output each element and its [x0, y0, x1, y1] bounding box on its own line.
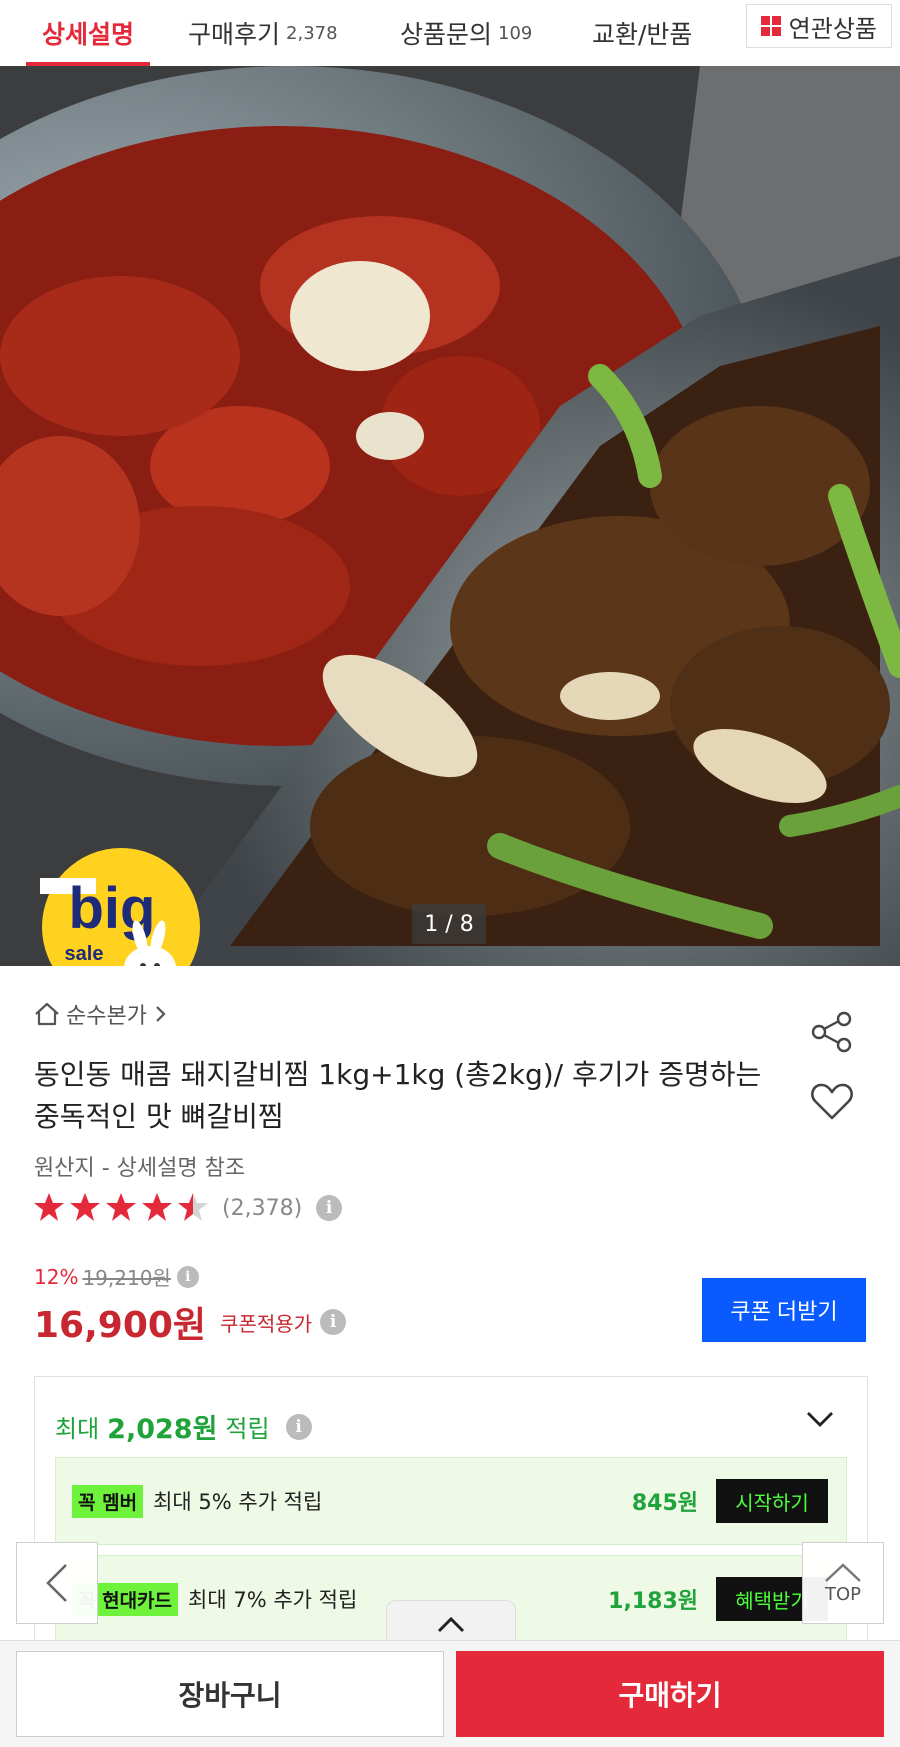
info-icon[interactable]: i — [320, 1309, 347, 1335]
benefit-tag: 꼭 멤버 — [72, 1484, 144, 1518]
points-summary[interactable]: 최대 2,028원 적립 i — [55, 1407, 312, 1446]
points-label: 최대 — [55, 1415, 100, 1443]
chevron-left-icon — [46, 1564, 67, 1602]
cart-button[interactable]: 장바구니 — [16, 1651, 444, 1737]
original-price: 19,210원 — [82, 1266, 171, 1290]
image-pager: 1 / 8 — [412, 904, 486, 944]
review-count: (2,378) — [222, 1195, 303, 1221]
tab-count: 2,378 — [286, 22, 338, 44]
product-title: 동인동 매콤 돼지갈비찜 1kg+1kg (총2kg)/ 후기가 증명하는 중독… — [34, 1058, 762, 1133]
star-icon — [142, 1193, 172, 1221]
wishlist-button[interactable] — [810, 1082, 854, 1126]
points-amount: 2,028원 — [107, 1414, 218, 1445]
badge-sub: sale — [65, 943, 104, 965]
buy-button[interactable]: 구매하기 — [456, 1651, 884, 1737]
seller-link[interactable]: 순수본가 — [34, 998, 175, 1030]
tab-label: 연관상품 — [788, 14, 877, 43]
benefit-desc: 최대 5% 추가 적립 — [153, 1490, 323, 1514]
price-note: 쿠폰적용가 — [220, 1311, 313, 1336]
star-icon — [106, 1193, 136, 1221]
tab-related-products[interactable]: 연관상품 — [745, 4, 892, 48]
discount-rate: 12% — [34, 1264, 79, 1289]
share-button[interactable] — [810, 1010, 854, 1058]
expand-toggle[interactable] — [805, 1409, 835, 1433]
tab-detail[interactable]: 상세설명 — [26, 0, 150, 66]
coupon-more-button[interactable]: 쿠폰 더받기 — [702, 1278, 866, 1342]
heart-icon — [811, 1083, 853, 1120]
tab-label: 구매후기 — [188, 20, 281, 49]
benefit-amount: 845원 — [631, 1491, 698, 1516]
big-sale-badge: big sale — [40, 846, 202, 966]
product-image — [0, 66, 900, 966]
tab-count: 109 — [498, 22, 533, 44]
original-price-row: 12% 19,210원 i — [34, 1262, 199, 1291]
benefit-desc: 최대 7% 추가 적립 — [188, 1588, 358, 1612]
benefit-start-button[interactable]: 시작하기 — [716, 1479, 828, 1523]
back-button[interactable] — [16, 1542, 98, 1624]
big-sale-icon: big sale — [40, 848, 200, 966]
tab-inquiry[interactable]: 상품문의 109 — [400, 0, 532, 66]
grid-icon — [760, 16, 781, 36]
product-origin: 원산지 - 상세설명 참조 — [34, 1156, 246, 1181]
chevron-up-icon — [437, 1616, 465, 1633]
info-icon[interactable]: i — [176, 1265, 199, 1288]
product-image-carousel[interactable]: big sale 1 / 8 — [0, 66, 900, 966]
points-suffix: 적립 — [225, 1415, 270, 1443]
info-icon[interactable]: i — [285, 1413, 312, 1440]
chevron-down-icon — [807, 1412, 833, 1427]
benefit-amount: 1,183원 — [608, 1589, 698, 1614]
tab-label: 상품문의 — [400, 20, 493, 49]
scroll-top-button[interactable]: TOP — [802, 1542, 884, 1624]
chevron-up-icon — [825, 1562, 861, 1582]
home-icon — [35, 1002, 59, 1026]
tab-exchange[interactable]: 교환/반품 — [592, 0, 692, 66]
half-star-icon — [178, 1193, 208, 1221]
tab-label: 상세설명 — [41, 20, 134, 49]
detail-tabs: 상세설명 구매후기 2,378 상품문의 109 교환/반품 연관상품 — [0, 0, 900, 67]
seller-name: 순수본가 — [66, 1004, 147, 1029]
benefit-row: 꼭 멤버 최대 5% 추가 적립 845원 시작하기 — [55, 1457, 847, 1545]
final-price-row: 16,900원 쿠폰적용가 i — [34, 1296, 347, 1348]
info-icon[interactable]: i — [316, 1195, 343, 1221]
tab-label: 교환/반품 — [592, 20, 693, 49]
final-price: 16,900원 — [34, 1305, 207, 1346]
chevron-right-icon — [156, 1006, 166, 1022]
purchase-bar: 장바구니 구매하기 — [0, 1640, 900, 1747]
tab-reviews[interactable]: 구매후기 2,378 — [188, 0, 338, 66]
share-icon — [811, 1011, 852, 1053]
star-icon — [70, 1193, 100, 1221]
star-icon — [34, 1193, 64, 1221]
star-rating — [34, 1193, 208, 1221]
top-label: TOP — [824, 1583, 862, 1605]
rating-summary[interactable]: (2,378) i — [34, 1192, 343, 1224]
